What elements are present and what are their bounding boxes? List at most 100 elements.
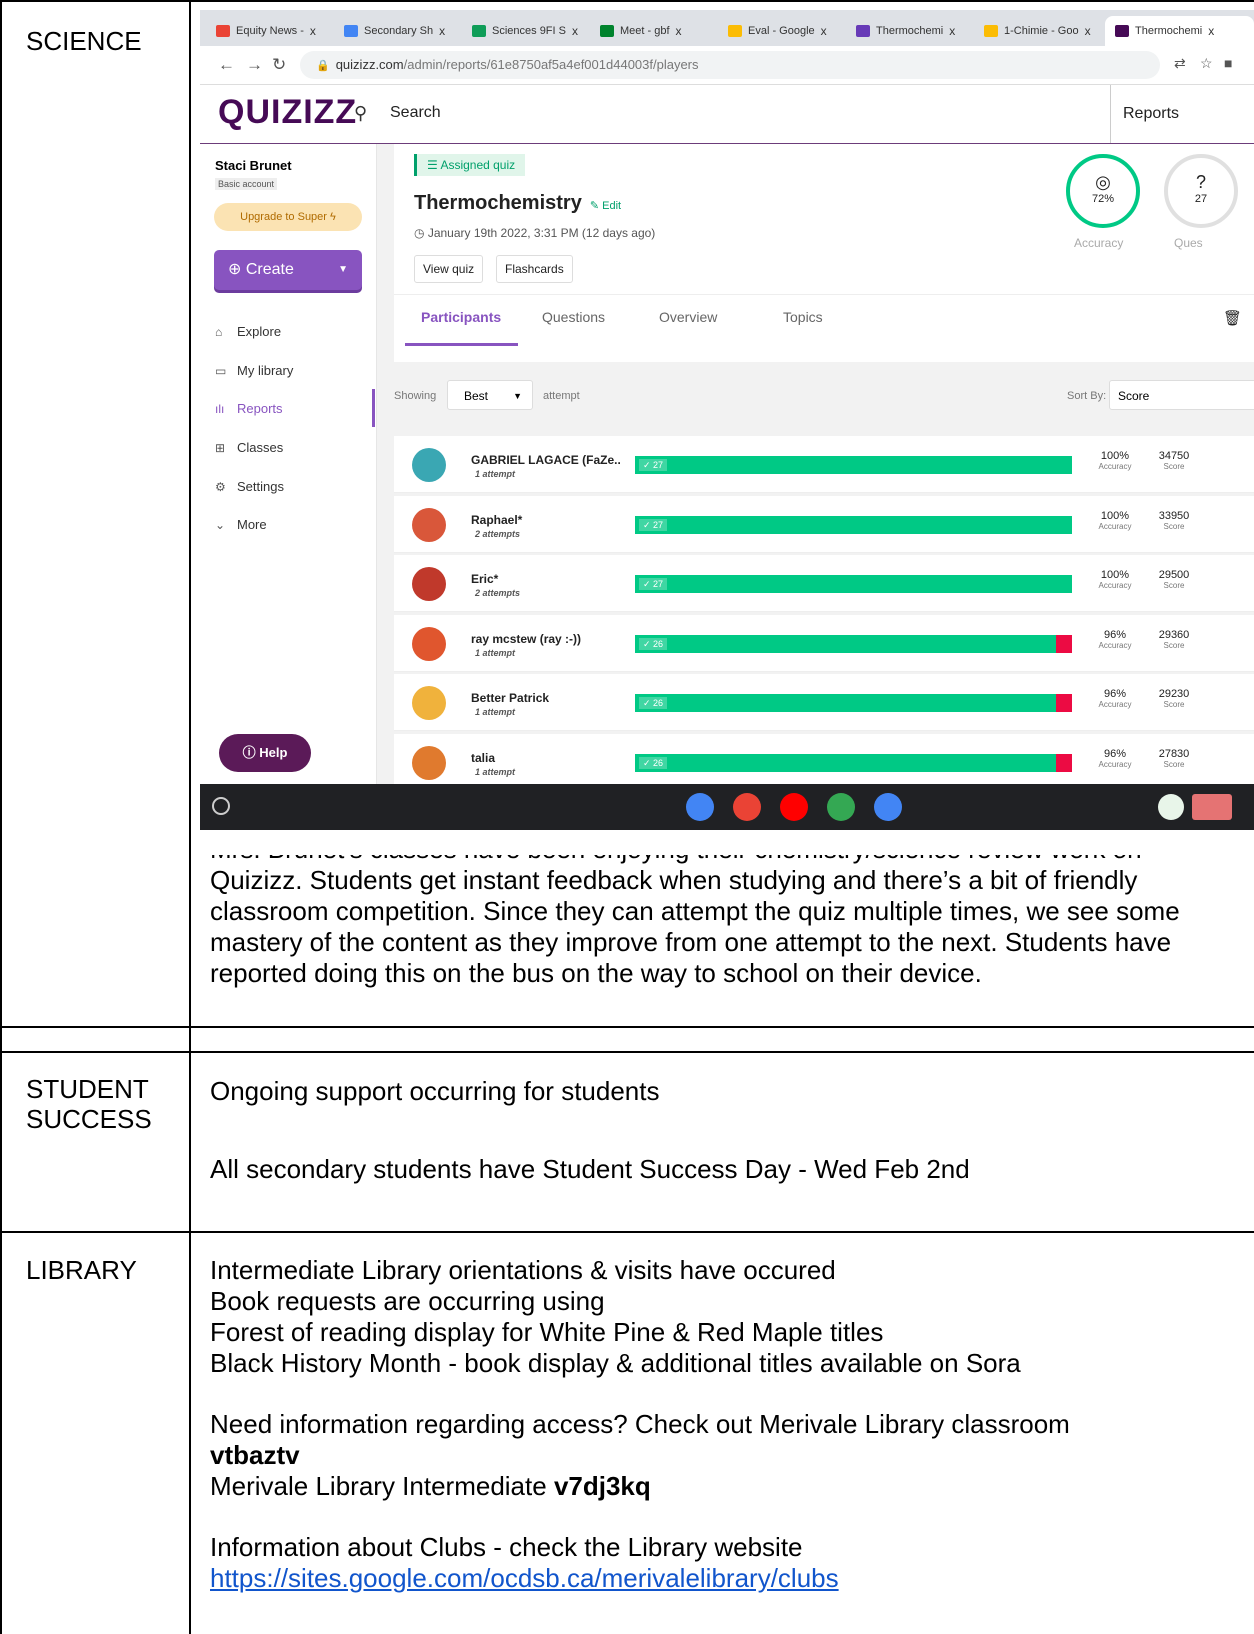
browser-tab[interactable]: Sciences 9FI S x — [472, 16, 592, 46]
close-icon[interactable]: x — [439, 24, 445, 38]
search-icon[interactable]: ⚲ — [354, 103, 367, 124]
table-row[interactable]: Better Patrick 1 attempt ✓ 26 96% Accuracy 29… — [394, 674, 1254, 732]
browser-tab[interactable]: Thermochemi x — [856, 16, 976, 46]
star-icon[interactable]: ☆ — [1200, 55, 1213, 72]
close-icon[interactable]: x — [821, 24, 827, 38]
status-tray[interactable] — [1192, 794, 1232, 820]
browser-tab[interactable]: Meet - gbf x — [600, 16, 720, 46]
caret-down-icon[interactable]: ▼ — [338, 250, 348, 290]
quizizz-logo[interactable]: QUIZIZZ — [218, 93, 357, 132]
reports-header-button[interactable]: Reports — [1110, 85, 1254, 143]
participant-name[interactable]: GABRIEL LAGACE (FaZe... — [471, 453, 621, 467]
table-row[interactable]: GABRIEL LAGACE (FaZe... 1 attempt ✓ 27 100%… — [394, 436, 1254, 493]
close-icon[interactable]: x — [572, 24, 578, 38]
quizizz-icon — [1115, 25, 1129, 37]
sort-select[interactable]: Score — [1109, 380, 1254, 410]
sidebar: Staci Brunet Basic account Upgrade to Su… — [200, 144, 376, 784]
chrome-icon[interactable] — [686, 793, 714, 821]
account-badge: Basic account — [215, 178, 278, 190]
attempt-select[interactable]: Best ▼ — [447, 380, 533, 410]
library-line: Black History Month - book display & add… — [210, 1348, 1021, 1378]
library-access-text: Need information regarding access? Check… — [210, 1409, 1070, 1439]
docs-icon[interactable] — [874, 793, 902, 821]
tab-questions[interactable]: Questions — [542, 309, 605, 325]
assigned-quiz-badge: ☰ Assigned quiz — [414, 154, 526, 176]
score-bar: ✓ 26 — [635, 754, 1072, 772]
question-circle-icon: ⓘ — [242, 745, 256, 760]
questions-value: 27 — [1194, 193, 1208, 205]
close-icon[interactable]: x — [676, 24, 682, 38]
accuracy-small-label: Accuracy — [1098, 462, 1132, 471]
sidebar-item-explore[interactable]: ⌂ Explore — [215, 324, 281, 339]
library-line: Book requests are occurring using — [210, 1286, 605, 1316]
forward-arrow-icon[interactable]: → — [246, 55, 263, 75]
avatar — [412, 626, 446, 661]
classroom-icon — [472, 25, 486, 37]
accuracy-small-label: Accuracy — [1098, 700, 1132, 710]
search-input[interactable]: Search — [390, 104, 441, 122]
table-row[interactable]: talia 1 attempt ✓ 26 96% Accuracy 27830 Score — [394, 734, 1254, 791]
accuracy-gauge: ◎ 72% — [1066, 154, 1140, 228]
url-field[interactable]: 🔒 quizizz.com/admin/reports/61e8750af5a4e… — [300, 51, 1160, 79]
tab-overview[interactable]: Overview — [659, 309, 717, 325]
plus-circle-icon: ⊕ — [228, 261, 242, 278]
play-store-icon[interactable] — [827, 793, 855, 821]
participant-name[interactable]: Raphael* — [471, 513, 621, 527]
back-arrow-icon[interactable]: ← — [218, 55, 235, 75]
browser-tab[interactable]: 1-Chimie - Goo x — [984, 16, 1104, 46]
participant-name[interactable]: ray mcstew (ray :-)) — [471, 632, 621, 646]
sidebar-item-reports[interactable]: ılı Reports — [215, 401, 283, 416]
participant-name[interactable]: Eric* — [471, 572, 621, 586]
reload-icon[interactable]: ↻ — [272, 55, 286, 75]
sidebar-item-classes[interactable]: ⊞ Classes — [215, 440, 283, 455]
close-icon[interactable]: x — [310, 24, 316, 38]
launcher-icon[interactable] — [212, 797, 230, 815]
browser-tab[interactable]: Secondary Sh x — [344, 16, 464, 46]
library-clubs-link[interactable]: https://sites.google.com/ocdsb.ca/meriva… — [210, 1563, 839, 1593]
score-value: 27830 — [1158, 748, 1190, 760]
close-icon[interactable]: x — [1085, 24, 1091, 38]
create-button[interactable]: ⊕ Create ▼ — [214, 250, 362, 290]
sidebar-item-more[interactable]: ⌄ More — [215, 517, 267, 532]
trash-icon[interactable]: 🗑 — [1223, 309, 1242, 327]
table-row[interactable]: ray mcstew (ray :-)) 1 attempt ✓ 26 96% Accu… — [394, 614, 1254, 672]
score-small-label: Score — [1163, 462, 1185, 471]
report-tabs: Participants Questions Overview Topics 🗑 — [394, 294, 1254, 346]
gmail-icon[interactable] — [733, 793, 761, 821]
participant-attempts: 1 attempt — [475, 767, 516, 777]
sidebar-item-settings[interactable]: ⚙ Settings — [215, 479, 284, 494]
sidebar-item-label: Classes — [237, 440, 284, 455]
score-bar: ✓ 27 — [635, 456, 1072, 474]
quizizz-screenshot: Equity News - x Secondary Sh x Sciences 9F… — [200, 10, 1254, 855]
url-host: quizizz.com — [335, 57, 404, 72]
tab-participants[interactable]: Participants — [421, 309, 501, 325]
browser-tab[interactable]: Eval - Google x — [728, 16, 848, 46]
upgrade-button[interactable]: Upgrade to Super ϟ — [214, 203, 362, 231]
flashcards-button[interactable]: Flashcards — [496, 255, 573, 283]
close-icon[interactable]: x — [1208, 24, 1214, 38]
view-quiz-button[interactable]: View quiz — [414, 255, 484, 283]
translate-icon[interactable]: ⇄ — [1174, 55, 1186, 72]
score-bar: ✓ 27 — [635, 515, 1072, 534]
target-icon: ◎ — [1095, 172, 1111, 192]
library-intermediate-code: v7dj3kq — [553, 1471, 651, 1501]
edit-link[interactable]: ✎ Edit — [590, 200, 621, 212]
participant-name[interactable]: Better Patrick — [471, 691, 621, 705]
tab-topics[interactable]: Topics — [783, 309, 823, 325]
status-tray-icon[interactable] — [1158, 794, 1184, 820]
sidebar-item-my-library[interactable]: ▭ My library — [215, 363, 293, 378]
extension-icon[interactable]: ■ — [1224, 55, 1232, 71]
table-row[interactable]: Eric* 2 attempts ✓ 27 100% Accuracy 29500 Scor… — [394, 555, 1254, 613]
participant-score: 29500 Score — [1154, 569, 1194, 590]
participant-name[interactable]: talia — [471, 751, 621, 765]
close-icon[interactable]: x — [949, 24, 955, 38]
help-button[interactable]: ⓘ Help — [219, 734, 311, 772]
youtube-icon[interactable] — [780, 793, 808, 821]
participant-attempts: 1 attempt — [475, 707, 516, 718]
attempt-select-value: Best — [464, 389, 489, 403]
participant-attempts: 1 attempt — [475, 469, 516, 479]
browser-tab[interactable]: Equity News - x — [216, 16, 336, 46]
science-paragraph: Mrs. Brunet’s classes have been enjoying… — [210, 834, 1240, 989]
browser-tab-active[interactable]: Thermochemi x — [1105, 16, 1254, 46]
table-row[interactable]: Raphael* 2 attempts ✓ 27 100% Accuracy 33950 S… — [394, 495, 1254, 553]
